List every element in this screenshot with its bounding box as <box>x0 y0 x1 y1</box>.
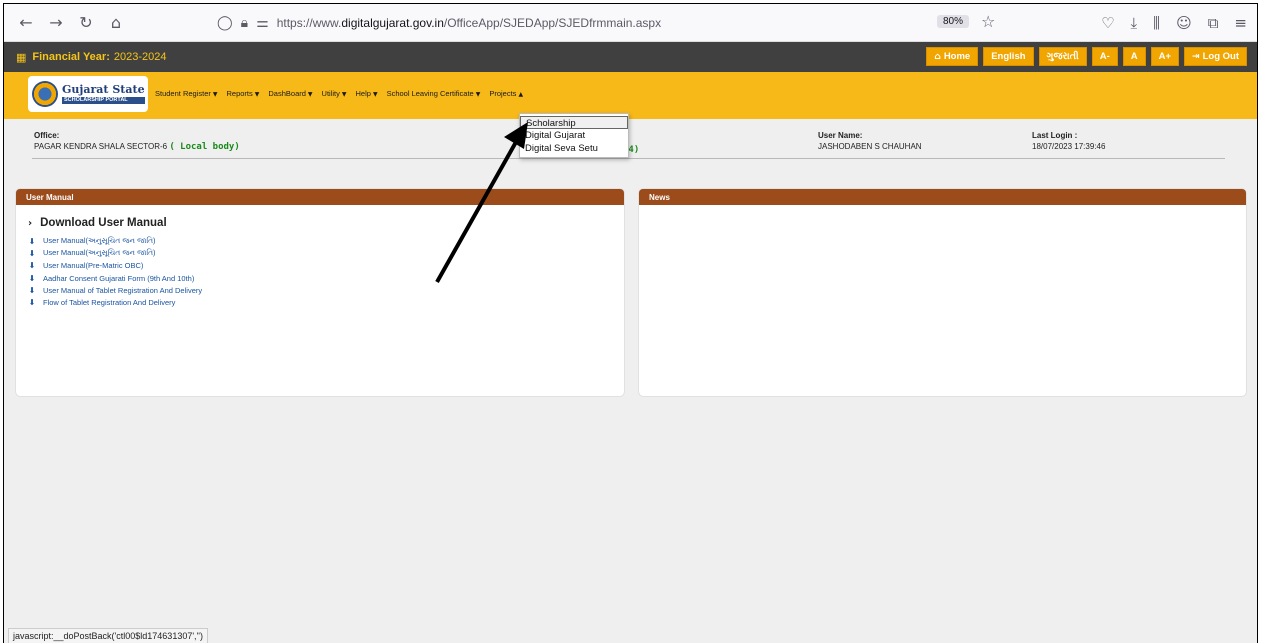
emblem-icon <box>32 81 58 107</box>
browser-toolbar: ← → ↻ ⌂ ◯ 🔒︎ ⚌ https://www.digitalgujara… <box>4 4 1257 42</box>
user-manual-panel: User Manual › Download User Manual ⬇ User … <box>16 189 624 396</box>
browser-window: ← → ↻ ⌂ ◯ 🔒︎ ⚌ https://www.digitalgujara… <box>3 3 1258 643</box>
caret-down-icon: ▼ <box>307 91 313 98</box>
dropdown-item-digital-gujarat[interactable]: Digital Gujarat <box>520 129 628 142</box>
extensions-icon[interactable]: ⧉ <box>1208 14 1219 32</box>
news-header: News <box>639 189 1246 205</box>
main-menu-bar: Gujarat State SCHOLARSHIP PORTAL Student… <box>4 72 1257 119</box>
caret-down-icon: ▼ <box>372 91 378 98</box>
menu-utility[interactable]: Utility ▼ <box>322 89 347 98</box>
fy-value: 2023-2024 <box>113 51 167 63</box>
download-icon: ⬇ <box>28 261 36 271</box>
download-icon: ⬇ <box>28 236 36 246</box>
chevron-right-icon: › <box>28 217 33 229</box>
address-bar[interactable]: ◯ 🔒︎ ⚌ https://www.digitalgujarat.gov.in… <box>217 4 661 42</box>
user-manual-header: User Manual <box>16 189 624 205</box>
library-icon[interactable]: ⫼ <box>1153 14 1160 32</box>
manual-link[interactable]: ⬇ User Manual(Pre-Matric OBC) <box>28 260 612 272</box>
download-icon: ⬇ <box>28 285 36 295</box>
account-icon[interactable]: ☺ <box>1176 14 1192 32</box>
dropdown-item-digital-seva-setu[interactable]: Digital Seva Setu <box>520 142 628 155</box>
font-normal-button[interactable]: A <box>1122 47 1146 66</box>
caret-down-icon: ▼ <box>341 91 347 98</box>
menu-student-register[interactable]: Student Register ▼ <box>155 89 218 98</box>
status-bar-link: javascript:__doPostBack('ctl00$ld1746313… <box>8 628 208 643</box>
download-icon: ⬇ <box>28 248 36 258</box>
projects-dropdown: Scholarship Digital Gujarat Digital Seva… <box>519 113 629 158</box>
menu-reports[interactable]: Reports ▼ <box>227 89 260 98</box>
user-info-row: Office: PAGAR KENDRA SHALA SECTOR-6 ( Lo… <box>4 119 1257 173</box>
download-icon: ⬇ <box>28 298 36 308</box>
manual-link[interactable]: ⬇ User Manual of Tablet Registration And … <box>28 284 612 296</box>
user-name-info: User Name: JASHODABEN S CHAUHAN <box>818 131 922 151</box>
english-button[interactable]: English <box>983 47 1034 66</box>
user-name: JASHODABEN S CHAUHAN <box>818 142 922 151</box>
url-text: https://www.digitalgujarat.gov.in/Office… <box>276 16 662 30</box>
font-decrease-button[interactable]: A- <box>1091 47 1118 66</box>
home-browser-icon[interactable]: ⌂ <box>104 13 128 32</box>
logout-button[interactable]: ⇥ Log Out <box>1184 47 1247 66</box>
forward-icon[interactable]: → <box>44 13 68 32</box>
menu-icon[interactable]: ≡ <box>1234 14 1247 32</box>
menu-dashboard[interactable]: DashBoard ▼ <box>268 89 312 98</box>
menu-projects[interactable]: Projects ▲ <box>489 89 523 98</box>
lock-icon: 🔒︎ <box>240 15 249 31</box>
bookmark-star-icon[interactable]: ☆ <box>981 12 995 31</box>
download-icon: ⬇ <box>28 273 36 283</box>
logout-icon: ⇥ <box>1192 51 1200 62</box>
fy-label: Financial Year: <box>32 51 110 63</box>
permissions-icon: ⚌ <box>256 15 269 31</box>
logo-title: Gujarat State <box>62 82 145 96</box>
manual-link[interactable]: ⬇ Aadhar Consent Gujarati Form (9th And 1… <box>28 272 612 284</box>
dropdown-item-scholarship[interactable]: Scholarship <box>520 116 628 129</box>
menu-help[interactable]: Help ▼ <box>356 89 378 98</box>
office-info: Office: PAGAR KENDRA SHALA SECTOR-6 ( Lo… <box>34 131 240 152</box>
home-button[interactable]: ⌂ Home <box>926 47 979 66</box>
download-icon[interactable]: ⤓ <box>1131 14 1138 32</box>
home-icon: ⌂ <box>934 51 941 62</box>
calendar-icon: ▦ <box>16 50 27 64</box>
zoom-level[interactable]: 80% <box>937 15 970 28</box>
last-login-info: Last Login : 18/07/2023 17:39:46 <box>1032 131 1106 151</box>
manual-link[interactable]: ⬇ User Manual(અનુસૂચિત જન જાતિ) <box>28 247 612 259</box>
gujarati-button[interactable]: ગુજરાતી <box>1038 47 1087 66</box>
portal-logo[interactable]: Gujarat State SCHOLARSHIP PORTAL <box>28 76 148 112</box>
caret-down-icon: ▼ <box>475 91 481 98</box>
shield-icon: ◯ <box>217 15 233 31</box>
financial-year-bar: ▦ Financial Year: 2023-2024 ⌂ Home Englis… <box>4 42 1257 72</box>
office-name: PAGAR KENDRA SHALA SECTOR-6 <box>34 142 168 151</box>
manual-link[interactable]: ⬇ Flow of Tablet Registration And Deliver… <box>28 296 612 308</box>
divider <box>32 158 1225 159</box>
manual-link[interactable]: ⬇ User Manual(અનુસૂચિત જન જાતિ) <box>28 235 612 247</box>
last-login-time: 18/07/2023 17:39:46 <box>1032 142 1106 151</box>
nav-menu: Student Register ▼ Reports ▼ DashBoard ▼ Ut… <box>155 89 523 98</box>
font-increase-button[interactable]: A+ <box>1150 47 1180 66</box>
caret-down-icon: ▼ <box>212 91 218 98</box>
back-icon[interactable]: ← <box>14 13 38 32</box>
download-user-manual-title: › Download User Manual <box>28 217 167 229</box>
office-type: ( Local body) <box>169 142 240 152</box>
pocket-icon[interactable]: ♡ <box>1101 14 1114 32</box>
news-panel: News <box>639 189 1246 396</box>
reload-icon[interactable]: ↻ <box>74 13 98 32</box>
menu-school-leaving-certificate[interactable]: School Leaving Certificate ▼ <box>387 89 481 98</box>
caret-up-icon: ▲ <box>518 91 524 98</box>
logo-subtitle: SCHOLARSHIP PORTAL <box>62 96 145 105</box>
caret-down-icon: ▼ <box>254 91 260 98</box>
